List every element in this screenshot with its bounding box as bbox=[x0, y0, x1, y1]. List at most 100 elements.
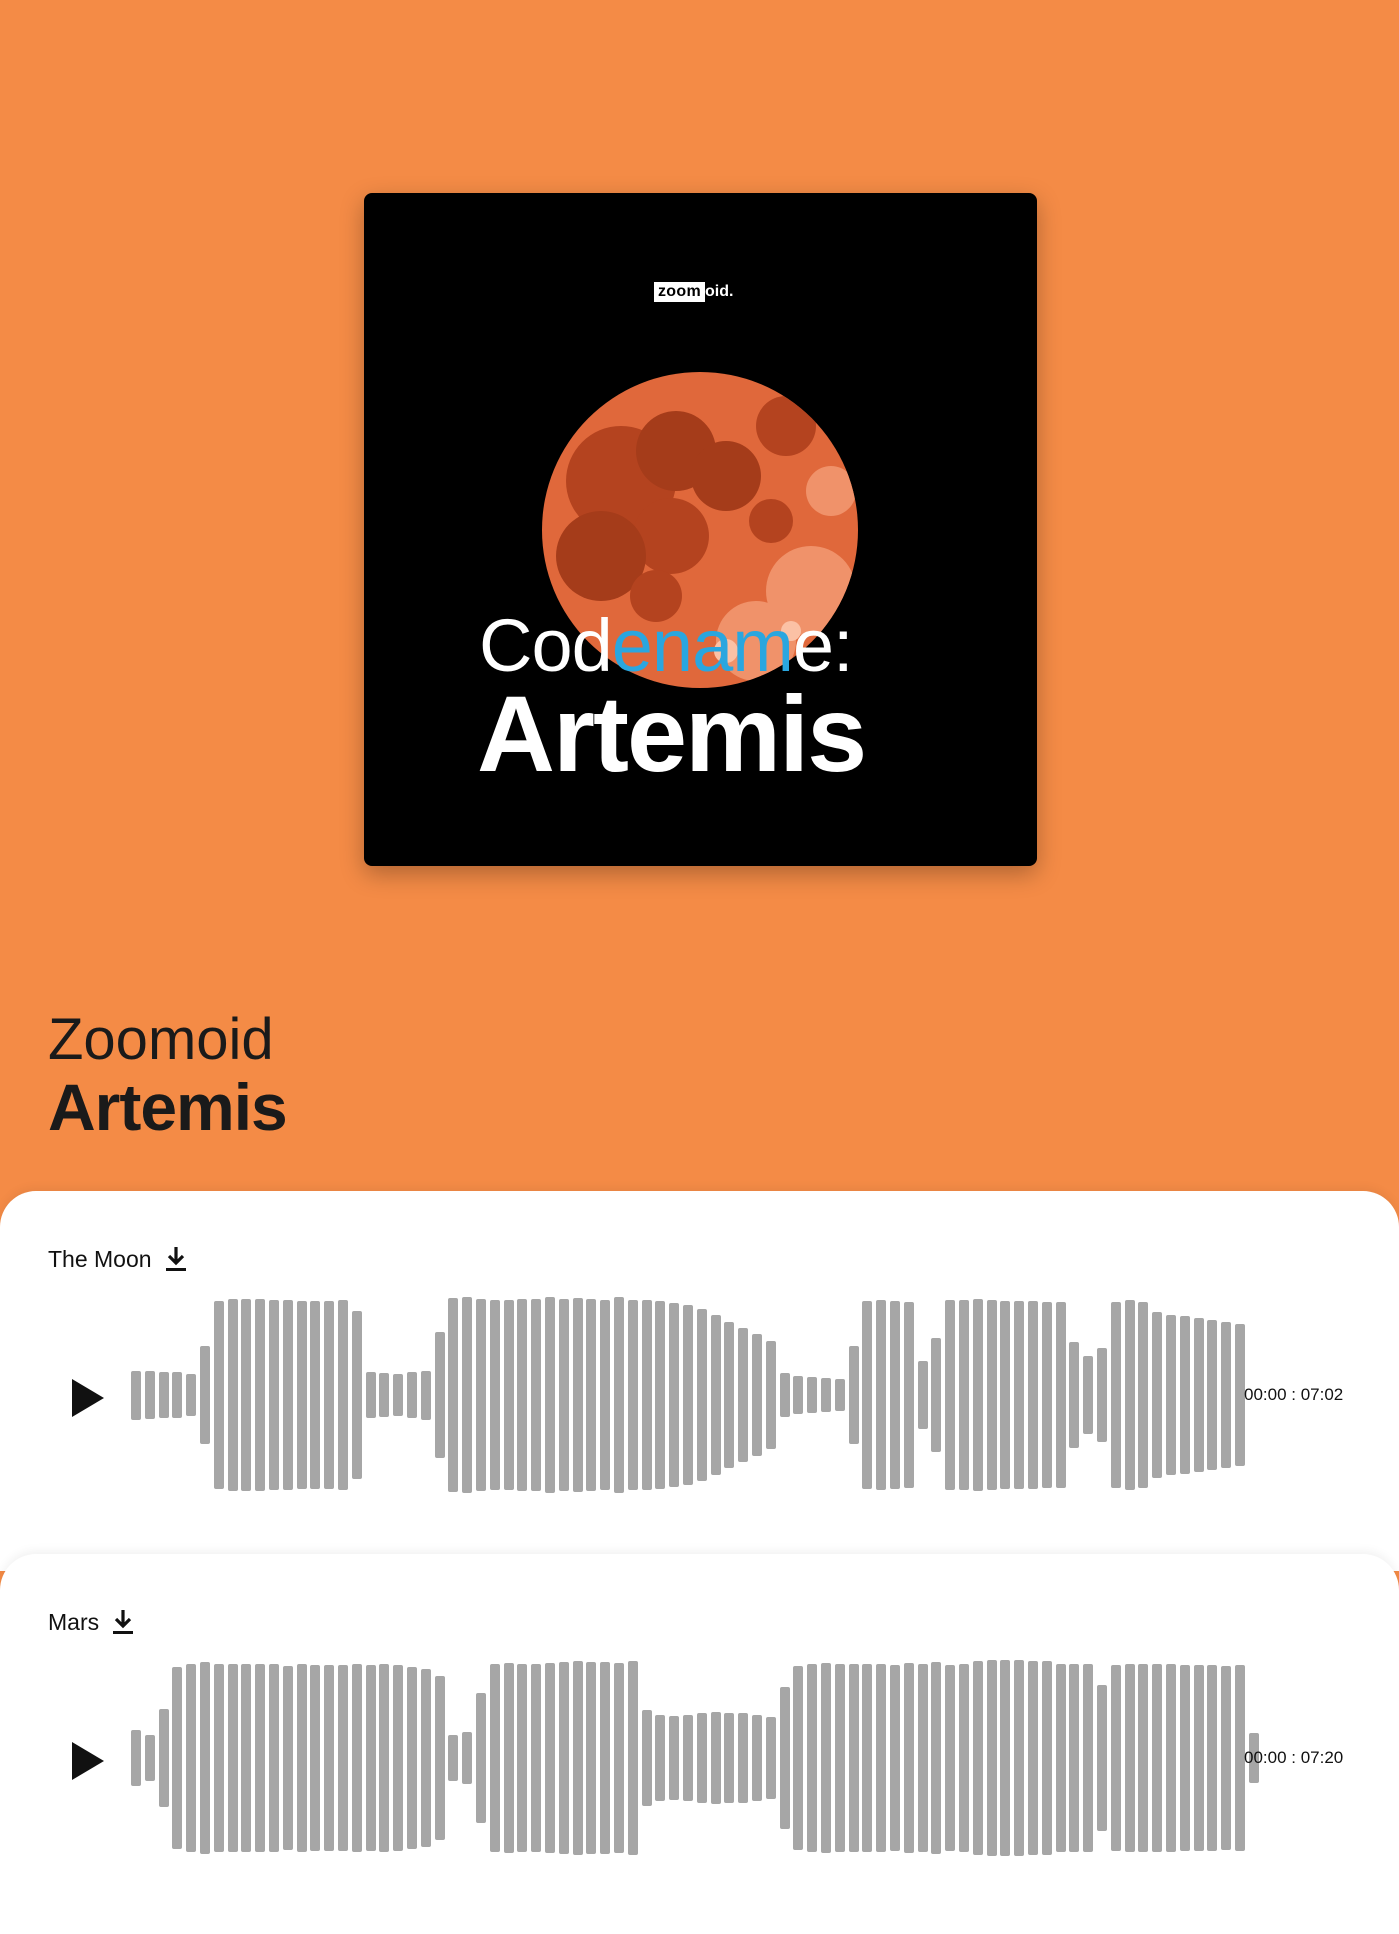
waveform-bar bbox=[600, 1661, 611, 1855]
waveform-bar bbox=[1041, 1301, 1052, 1489]
waveform-bar bbox=[1097, 1685, 1107, 1831]
waveform-bar bbox=[627, 1299, 638, 1491]
waveform-bar bbox=[365, 1664, 376, 1852]
waveform-bar bbox=[959, 1299, 969, 1491]
track-card: Mars 00:00 : 07:20 bbox=[0, 1554, 1399, 1934]
waveform-bar bbox=[200, 1346, 210, 1444]
waveform-bar bbox=[655, 1300, 666, 1490]
waveform-bar bbox=[834, 1379, 845, 1411]
track-title: Mars bbox=[48, 1608, 100, 1635]
waveform-bar bbox=[903, 1301, 914, 1489]
waveform-bar bbox=[420, 1370, 431, 1420]
waveform-bar bbox=[1166, 1314, 1176, 1476]
waveform-bar bbox=[848, 1663, 859, 1853]
waveform-bar bbox=[131, 1370, 141, 1420]
zoomoid-logo: zoom oid. bbox=[654, 281, 733, 303]
waveform-bar bbox=[1152, 1311, 1163, 1479]
waveform-bar bbox=[724, 1322, 735, 1468]
waveform-bar bbox=[765, 1716, 776, 1800]
waveform-bar bbox=[572, 1660, 583, 1855]
play-icon bbox=[72, 1379, 104, 1417]
waveform-bar bbox=[600, 1299, 611, 1491]
waveform-bar bbox=[1138, 1301, 1149, 1489]
waveform-bar bbox=[903, 1662, 914, 1854]
waveform-bar bbox=[972, 1660, 983, 1855]
waveform-bar bbox=[476, 1693, 486, 1823]
waveform-bar bbox=[986, 1660, 997, 1856]
waveform-bar bbox=[144, 1735, 155, 1781]
waveform-bar bbox=[1166, 1663, 1176, 1853]
waveform-bar bbox=[821, 1662, 831, 1854]
waveform-bar bbox=[931, 1661, 942, 1855]
waveform-bar bbox=[848, 1346, 859, 1444]
waveform-bar bbox=[407, 1372, 417, 1418]
artist-name: Zoomoid bbox=[48, 1007, 274, 1072]
waveform-bar bbox=[614, 1297, 624, 1493]
waveform-bar bbox=[558, 1661, 569, 1855]
waveform-bar bbox=[710, 1314, 721, 1476]
waveform-bar bbox=[1028, 1660, 1038, 1855]
waveform-bar bbox=[627, 1660, 638, 1855]
waveform-bar bbox=[1207, 1664, 1218, 1852]
waveform-bar bbox=[558, 1298, 569, 1492]
waveform-bar bbox=[779, 1373, 790, 1417]
play-icon bbox=[72, 1742, 104, 1780]
waveform-bar bbox=[351, 1663, 362, 1853]
waveform-bar bbox=[793, 1665, 804, 1851]
waveform-bar bbox=[945, 1299, 956, 1491]
waveform-bar bbox=[1083, 1663, 1094, 1853]
waveform-bar bbox=[379, 1663, 390, 1853]
waveform-bar bbox=[227, 1298, 238, 1492]
waveform-bar bbox=[338, 1664, 348, 1852]
waveform-bar bbox=[200, 1661, 210, 1855]
logo-rest-text: oid. bbox=[704, 283, 734, 300]
waveform-bar bbox=[876, 1299, 887, 1491]
waveform-bar bbox=[710, 1711, 721, 1805]
waveform-bar bbox=[420, 1668, 431, 1848]
waveform-bar bbox=[186, 1663, 197, 1853]
waveform-bar bbox=[310, 1664, 321, 1852]
waveform-bar bbox=[393, 1374, 404, 1416]
waveform-bar bbox=[1124, 1299, 1135, 1491]
waveform[interactable] bbox=[131, 1554, 1259, 1934]
waveform-bar bbox=[945, 1664, 956, 1852]
waveform-bar bbox=[172, 1666, 183, 1850]
waveform-bar bbox=[696, 1308, 707, 1482]
track-time: 00:00 : 07:20 bbox=[1244, 1748, 1344, 1767]
waveform-bar bbox=[338, 1299, 348, 1491]
waveform-bar bbox=[351, 1310, 362, 1480]
waveform-bar bbox=[1110, 1664, 1121, 1852]
waveform-bar bbox=[324, 1300, 335, 1490]
waveform-bar bbox=[241, 1663, 252, 1853]
waveform[interactable] bbox=[131, 1191, 1245, 1571]
waveform-bar bbox=[752, 1714, 762, 1802]
track-header: Mars bbox=[48, 1608, 135, 1636]
waveform-bar bbox=[434, 1332, 445, 1458]
play-button[interactable] bbox=[70, 1740, 106, 1782]
waveform-bar bbox=[503, 1662, 514, 1854]
waveform-bar bbox=[186, 1374, 197, 1416]
waveform-bar bbox=[1152, 1663, 1163, 1853]
waveform-bar bbox=[448, 1297, 459, 1492]
play-button[interactable] bbox=[70, 1377, 106, 1419]
waveform-bar bbox=[131, 1729, 141, 1787]
album-title: Artemis bbox=[48, 1070, 288, 1144]
waveform-bar bbox=[1179, 1664, 1190, 1852]
waveform-bar bbox=[213, 1300, 224, 1490]
waveform-bar bbox=[669, 1302, 680, 1488]
waveform-bar bbox=[1138, 1663, 1149, 1853]
waveform-bar bbox=[213, 1663, 224, 1853]
waveform-bar bbox=[807, 1377, 818, 1413]
waveform-bar bbox=[807, 1663, 818, 1853]
waveform-bar bbox=[655, 1714, 666, 1802]
waveform-bar bbox=[241, 1298, 252, 1492]
waveform-bar bbox=[434, 1675, 445, 1841]
waveform-bar bbox=[1000, 1660, 1011, 1856]
waveform-bar bbox=[1179, 1315, 1190, 1475]
waveform-bar bbox=[890, 1664, 900, 1852]
waveform-bar bbox=[779, 1687, 790, 1829]
waveform-bar bbox=[752, 1334, 762, 1456]
waveform-bar bbox=[1041, 1660, 1052, 1855]
waveform-bar bbox=[1221, 1322, 1232, 1468]
waveform-bar bbox=[489, 1663, 500, 1853]
